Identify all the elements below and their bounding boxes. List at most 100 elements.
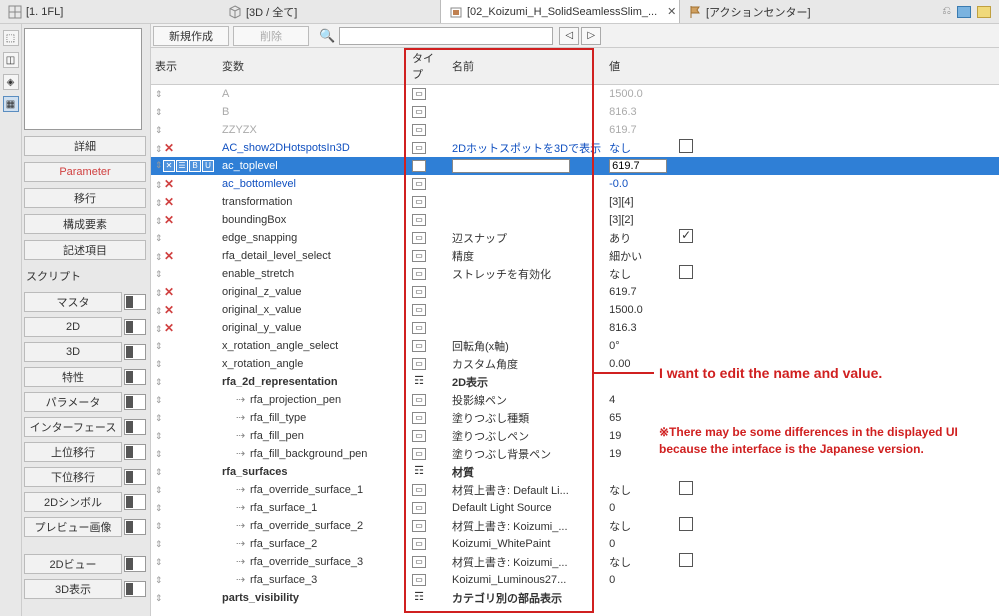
table-row[interactable]: ⇕⇢rfa_projection_pen▭投影線ペン4 xyxy=(151,391,999,409)
type-icon[interactable]: ▭ xyxy=(412,214,426,226)
param-display-name[interactable]: 投影線ペン xyxy=(452,395,507,407)
trace-icon[interactable]: ⎌ xyxy=(942,5,951,18)
table-row[interactable]: ⇕edge_snapping▭辺スナップあり xyxy=(151,229,999,247)
type-icon[interactable]: ▭ xyxy=(412,142,426,154)
table-row[interactable]: ⇕✕boundingBox▭[3][2] xyxy=(151,211,999,229)
variable-name[interactable]: original_y_value xyxy=(222,322,302,334)
drag-handle-icon[interactable]: ⇕ xyxy=(155,324,163,335)
type-icon[interactable]: ▭ xyxy=(412,538,426,550)
param-value[interactable]: 1500.0 xyxy=(609,304,643,316)
hidden-flag-icon[interactable]: ✕ xyxy=(163,177,175,191)
drag-handle-icon[interactable]: ⇕ xyxy=(155,89,163,100)
table-row[interactable]: ⇕⇢rfa_override_surface_3▭材質上書き: Koizumi_… xyxy=(151,553,999,571)
type-icon[interactable]: ▭ xyxy=(412,484,426,496)
param-checkbox[interactable] xyxy=(679,481,693,495)
type-icon[interactable]: ▭ xyxy=(412,430,426,442)
table-row[interactable]: ⇕⇢rfa_override_surface_1▭材質上書き: Default … xyxy=(151,481,999,499)
tab-plan[interactable]: [1. 1FL] xyxy=(0,0,220,23)
table-row[interactable]: ⇕B▭816.3 xyxy=(151,103,999,121)
table-row[interactable]: ⇕rfa_surfaces☶材質 xyxy=(151,463,999,481)
hidden-flag-icon[interactable]: ✕ xyxy=(163,141,175,155)
param-value[interactable]: 19 xyxy=(609,430,621,442)
param-display-name[interactable]: Koizumi_Luminous27... xyxy=(452,574,566,586)
script-2d-button[interactable]: 2D xyxy=(24,317,122,337)
drag-handle-icon[interactable]: ⇕ xyxy=(155,180,163,191)
type-icon[interactable]: ▭ xyxy=(412,250,426,262)
variable-name[interactable]: rfa_fill_pen xyxy=(250,430,304,442)
type-icon[interactable]: ▭ xyxy=(412,412,426,424)
param-value[interactable]: 0 xyxy=(609,538,615,550)
script-3d-button[interactable]: 3D xyxy=(24,342,122,362)
param-display-name[interactable]: Default Light Source xyxy=(452,502,552,514)
col-header-name[interactable]: 名前 xyxy=(448,48,605,85)
variable-name[interactable]: rfa_override_surface_2 xyxy=(250,520,363,532)
close-tab-button[interactable]: ✕ xyxy=(667,5,676,18)
type-icon[interactable]: ▭ xyxy=(412,304,426,316)
type-icon[interactable]: ▭ xyxy=(412,340,426,352)
drag-handle-icon[interactable]: ⇕ xyxy=(155,341,163,352)
table-row[interactable]: ⇕✕rfa_detail_level_select▭精度細かい xyxy=(151,247,999,265)
value-input[interactable] xyxy=(609,159,667,173)
drag-handle-icon[interactable]: ⇕ xyxy=(155,539,163,550)
param-value[interactable]: なし xyxy=(609,143,631,155)
param-display-name[interactable]: 塗りつぶしペン xyxy=(452,431,529,443)
type-icon[interactable]: ▭ xyxy=(412,322,426,334)
nav-next-button[interactable]: ▷ xyxy=(581,27,601,45)
hidden-flag-icon[interactable]: ✕ xyxy=(163,213,175,227)
param-value[interactable]: なし xyxy=(609,269,631,281)
type-icon[interactable]: ☶ xyxy=(412,592,426,604)
drag-handle-icon[interactable]: ⇕ xyxy=(155,503,163,514)
drag-handle-icon[interactable]: ⇕ xyxy=(155,233,163,244)
param-value[interactable]: 1500.0 xyxy=(609,88,643,100)
script-2dsymbol-button[interactable]: 2Dシンボル xyxy=(24,492,122,512)
variable-name[interactable]: original_z_value xyxy=(222,286,302,298)
param-value[interactable]: 816.3 xyxy=(609,106,637,118)
param-checkbox[interactable] xyxy=(679,553,693,567)
param-display-name[interactable]: 塗りつぶし種類 xyxy=(452,413,529,425)
param-value[interactable]: あり xyxy=(609,233,631,245)
type-icon[interactable]: ▭ xyxy=(412,160,426,172)
drag-handle-icon[interactable]: ⇕ xyxy=(155,269,163,280)
variable-name[interactable]: B xyxy=(222,106,229,118)
type-icon[interactable]: ▭ xyxy=(412,556,426,568)
drag-handle-icon[interactable]: ⇕ xyxy=(155,160,163,171)
variable-name[interactable]: parts_visibility xyxy=(222,592,299,604)
variable-name[interactable]: x_rotation_angle_select xyxy=(222,340,338,352)
param-display-name[interactable]: 2D表示 xyxy=(452,377,488,389)
type-icon[interactable]: ▭ xyxy=(412,574,426,586)
drag-handle-icon[interactable]: ⇕ xyxy=(155,144,163,155)
table-row[interactable]: ⇕⇢rfa_override_surface_2▭材質上書き: Koizumi_… xyxy=(151,517,999,535)
variable-name[interactable]: edge_snapping xyxy=(222,232,297,244)
table-row[interactable]: ⇕⇢rfa_surface_2▭Koizumi_WhitePaint0 xyxy=(151,535,999,553)
variable-name[interactable]: rfa_projection_pen xyxy=(250,394,341,406)
drag-handle-icon[interactable]: ⇕ xyxy=(155,413,163,424)
param-checkbox[interactable] xyxy=(679,139,693,153)
table-row[interactable]: ⇕⇢rfa_surface_3▭Koizumi_Luminous27...0 xyxy=(151,571,999,589)
hidden-flag-icon[interactable]: ✕ xyxy=(163,303,175,317)
variable-name[interactable]: ac_bottomlevel xyxy=(222,178,296,190)
type-icon[interactable]: ▭ xyxy=(412,196,426,208)
param-value[interactable]: なし xyxy=(609,521,631,533)
param-value[interactable]: [3][2] xyxy=(609,214,633,226)
drag-handle-icon[interactable]: ⇕ xyxy=(155,593,163,604)
nav-prev-button[interactable]: ◁ xyxy=(559,27,579,45)
hidden-flag-icon[interactable]: ✕ xyxy=(163,249,175,263)
param-display-name[interactable]: 辺スナップ xyxy=(452,233,507,245)
variable-name[interactable]: rfa_surface_3 xyxy=(250,574,317,586)
script-lower-button[interactable]: 下位移行 xyxy=(24,467,122,487)
param-display-name[interactable]: カスタム角度 xyxy=(452,359,518,371)
drag-handle-icon[interactable]: ⇕ xyxy=(155,449,163,460)
table-row[interactable]: ⇕✕ac_bottomlevel▭-0.0 xyxy=(151,175,999,193)
variable-name[interactable]: ZZYZX xyxy=(222,124,257,136)
drag-handle-icon[interactable]: ⇕ xyxy=(155,198,163,209)
param-value[interactable]: -0.0 xyxy=(609,178,628,190)
drag-handle-icon[interactable]: ⇕ xyxy=(155,431,163,442)
elements-button[interactable]: 構成要素 xyxy=(24,214,146,234)
param-value[interactable]: 619.7 xyxy=(609,124,637,136)
drag-handle-icon[interactable]: ⇕ xyxy=(155,485,163,496)
script-preview-button[interactable]: プレビュー画像 xyxy=(24,517,122,537)
param-checkbox[interactable] xyxy=(679,517,693,531)
type-icon[interactable]: ▭ xyxy=(412,448,426,460)
type-icon[interactable]: ▭ xyxy=(412,88,426,100)
variable-name[interactable]: rfa_2d_representation xyxy=(222,376,338,388)
